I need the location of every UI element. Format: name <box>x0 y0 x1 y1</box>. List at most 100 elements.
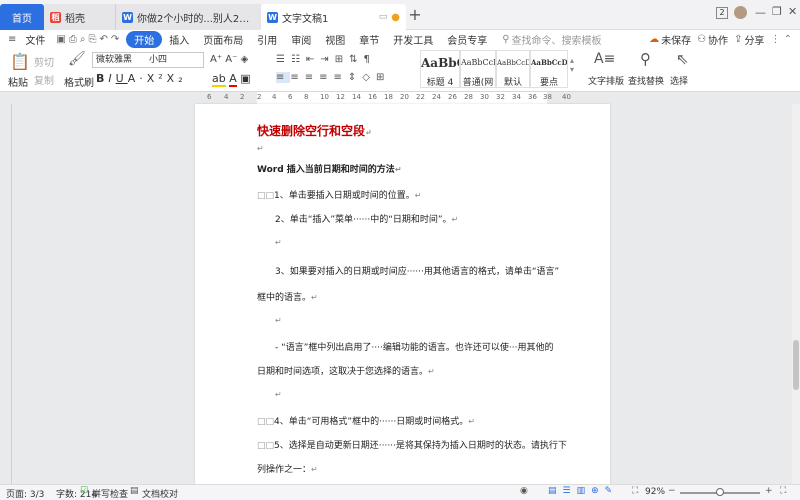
style-more-icon[interactable]: ▴ ▾ <box>570 56 574 74</box>
new-tab-button[interactable]: + <box>406 6 424 24</box>
save-status[interactable]: 未保存 <box>659 32 697 47</box>
doc-line-3b-text: 框中的语言。 <box>257 293 312 303</box>
doc-line-1: □□1、单击要插入日期或时间的位置。↵ <box>257 188 421 201</box>
indent-boxes-icon: □□ <box>257 191 275 201</box>
ruler-tick-label: 26 <box>448 93 457 101</box>
doc-line-5-text: 4、单击“可用格式”框中的······日期或时间格式。 <box>274 417 469 427</box>
style-heading4[interactable]: AaBbC 标题 4 <box>420 50 460 88</box>
proof-icon: ▤ <box>130 486 139 496</box>
doc-line-4-text: - “语言”框中列出启用了····编辑功能的语言。也许还可以使···用其他的 <box>275 343 554 353</box>
zoom-out-icon[interactable]: − <box>668 486 676 496</box>
close-icon[interactable]: ✕ <box>788 5 797 18</box>
para-mark: ↵ <box>311 293 318 302</box>
collab-icon: ⚇ <box>697 33 707 45</box>
restore-icon[interactable]: ❐ <box>772 5 782 18</box>
menu-page-layout[interactable]: 页面布局 <box>196 32 250 47</box>
ruler-tick-label: 2 <box>240 93 245 101</box>
more-icon[interactable]: ⋮ ⌃ <box>768 34 800 45</box>
style-name: 普通(网站) <box>462 78 494 88</box>
text-layout-button[interactable]: 文字排版 <box>588 74 624 87</box>
ruler-tick-label: 40 <box>562 93 571 101</box>
ruler-tick-label: 4 <box>272 93 277 101</box>
quick-access-icons[interactable]: ▣⎙⌕⎘↶↷ <box>52 34 126 45</box>
doc-line-6-text: 5、选择是自动更新日期还······是将其保持为插入日期时的状态。请执行下 <box>274 441 567 451</box>
doc-line-4: - “语言”框中列出启用了····编辑功能的语言。也许还可以使···用其他的 <box>275 340 553 353</box>
doc-line-3-text: 3、如果要对插入的日期或时间应······用其他语言的格式，请单击“语言” <box>275 267 560 277</box>
word-count[interactable]: 字数: 214 <box>56 487 97 500</box>
font-style-buttons[interactable]: BIUA·X²X₂ <box>96 72 187 85</box>
menu-chapter[interactable]: 章节 <box>352 32 386 47</box>
avatar[interactable] <box>734 6 747 19</box>
badge[interactable]: 2 <box>716 7 728 19</box>
ruler-tick-label: 30 <box>480 93 489 101</box>
find-icon: ⚲ <box>640 50 651 68</box>
tab-docer[interactable]: 稻 稻壳 <box>44 4 116 30</box>
zoom-level[interactable]: 92% <box>645 487 665 497</box>
monitor-icon[interactable]: ▭ <box>379 12 388 22</box>
find-replace-button[interactable]: 查找替换 <box>628 74 664 87</box>
list-buttons[interactable]: ☰☷⇤⇥⊞⇅¶ <box>276 54 376 65</box>
highlight-icon[interactable]: ab A ▣ <box>212 72 251 87</box>
tab-home[interactable]: 首页 <box>0 4 44 30</box>
view-mode-icons[interactable]: ▤☰▥⊕✎ <box>548 486 618 496</box>
paste-icon[interactable]: 📋 <box>10 52 30 71</box>
menu-insert[interactable]: 插入 <box>162 32 196 47</box>
style-default-para[interactable]: AaBbCcDd 默认段... <box>496 50 530 88</box>
eye-icon[interactable]: ◉ <box>520 486 528 496</box>
ruler-tick-label: 36 <box>528 93 537 101</box>
tab-bar: 首页 稻 稻壳 W 你做2个小时的...别人2分钟搞完 W 文字文稿1 ▭ ● … <box>0 0 800 30</box>
ruler-tick-label: 2 <box>257 93 262 101</box>
spell-check-icon: ☑ <box>80 486 89 496</box>
fit-page-icon[interactable]: ⛶ <box>780 486 786 496</box>
menu-references[interactable]: 引用 <box>250 32 284 47</box>
zoom-slider-handle[interactable] <box>716 488 724 496</box>
ruler-tick-label: 38 <box>543 93 552 101</box>
menu-bar: ≡ 文件 ▣⎙⌕⎘↶↷ 开始 插入 页面布局 引用 审阅 视图 章节 开发工具 … <box>0 30 800 48</box>
vertical-scrollbar[interactable] <box>792 104 800 484</box>
zoom-in-icon[interactable]: + <box>765 486 773 496</box>
format-painter-button[interactable]: 格式刷 <box>64 74 94 89</box>
doc-line-1-text: 1、单击要插入日期或时间的位置。 <box>274 191 415 201</box>
font-size-select[interactable]: 小四 <box>146 52 204 68</box>
share-icon: ⇪ <box>734 33 743 45</box>
menu-view[interactable]: 视图 <box>318 32 352 47</box>
paste-button[interactable]: 粘贴 <box>8 74 28 89</box>
align-buttons[interactable]: ≡≡≡≡≡⇕◇⊞ <box>276 72 390 83</box>
doc-line-2: 2、单击“插入”菜单······中的“日期和时间”。↵ <box>275 212 458 225</box>
ruler-tick-label: 24 <box>432 93 441 101</box>
style-preview: AaBbCcDc <box>531 58 568 67</box>
hamburger-icon[interactable]: ≡ <box>0 34 18 45</box>
share-button[interactable]: 分享 <box>742 32 768 47</box>
select-button[interactable]: 选择 <box>670 74 688 87</box>
document-page[interactable]: 快速删除空行和空段↵ ↵ Word 插入当前日期和时间的方法↵ □□1、单击要插… <box>195 104 610 484</box>
ruler-tick-label: 16 <box>368 93 377 101</box>
scrollbar-thumb[interactable] <box>793 340 799 390</box>
search-input[interactable]: 查找命令、搜索模板 <box>510 32 602 47</box>
style-preview: AaBbCcDd <box>497 59 529 67</box>
page-count[interactable]: 页面: 3/3 <box>6 487 44 500</box>
doc-line-4b-text: 日期和时间选项，这取决于您选择的语言。 <box>257 367 429 377</box>
tab-document-active[interactable]: W 文字文稿1 ▭ ● <box>261 4 406 30</box>
copy-button[interactable]: 复制 <box>34 72 54 87</box>
style-normal-web[interactable]: AaBbCcD 普通(网站) <box>460 50 496 88</box>
menu-review[interactable]: 审阅 <box>284 32 318 47</box>
vertical-ruler[interactable] <box>0 104 12 484</box>
proof-button[interactable]: 文档校对 <box>142 487 178 500</box>
menu-home[interactable]: 开始 <box>126 30 163 48</box>
horizontal-ruler[interactable]: 6 4 2 2 4 6 8 10 12 14 16 18 20 22 24 26 28 30 32 34 36 38 40 <box>0 92 800 104</box>
collab-button[interactable]: 协作 <box>706 32 734 47</box>
tab-document-2[interactable]: W 你做2个小时的...别人2分钟搞完 <box>116 4 261 30</box>
ruler-tick-label: 8 <box>304 93 309 101</box>
para-mark: ↵ <box>468 417 475 426</box>
style-keypoint[interactable]: AaBbCcDc 要点 <box>530 50 568 88</box>
font-grow-icon[interactable]: A⁺ A⁻ ◈ <box>210 54 248 65</box>
menu-developer[interactable]: 开发工具 <box>386 32 440 47</box>
menu-file[interactable]: 文件 <box>18 32 52 47</box>
ribbon-toolbar: 📋 粘贴 剪切 复制 🖌 格式刷 微软雅黑 小四 A⁺ A⁻ ◈ BIUA·X²… <box>0 48 800 92</box>
fullscreen-icon[interactable]: ⛶ <box>632 486 638 496</box>
cut-button[interactable]: 剪切 <box>34 54 54 69</box>
menu-member[interactable]: 会员专享 <box>440 32 494 47</box>
spell-check-button[interactable]: 拼写检查 <box>92 487 128 500</box>
minimize-icon[interactable]: — <box>755 6 766 19</box>
cloud-icon: ☁ <box>649 33 660 45</box>
